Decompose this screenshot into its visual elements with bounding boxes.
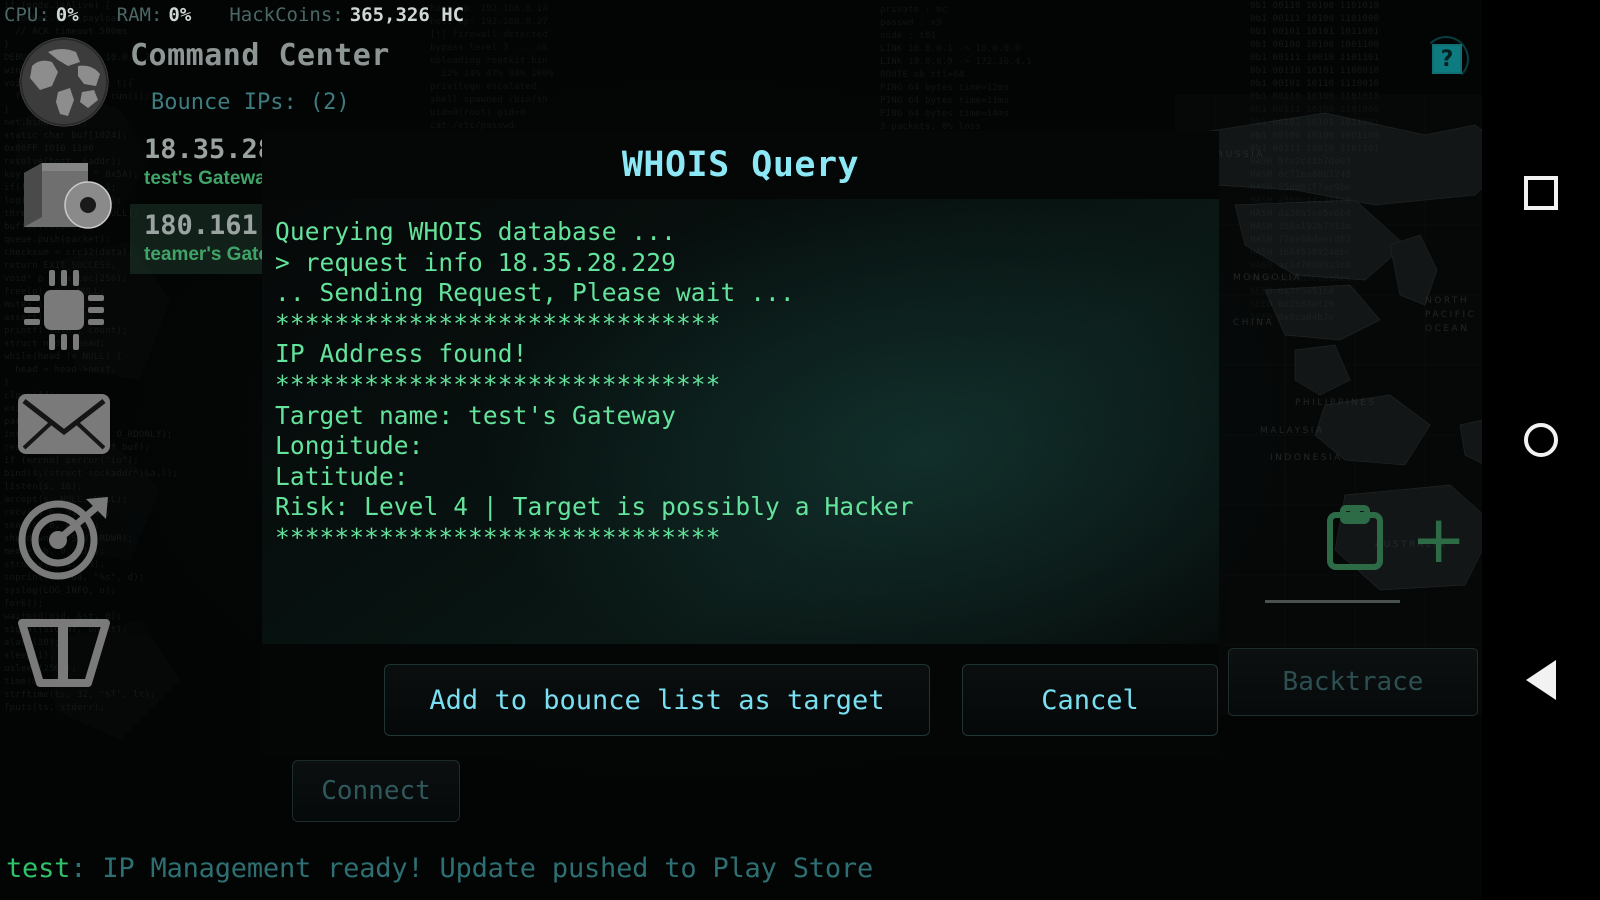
dialog-terminal-output: Querying WHOIS database ... > request in…: [262, 199, 1219, 644]
sidebar-item-missions[interactable]: [14, 492, 114, 584]
home-circle-icon: [1524, 423, 1558, 457]
log-username: test: [6, 853, 71, 884]
dialog-titlebar: WHOIS Query: [262, 131, 1219, 199]
cpu-label: CPU:: [4, 4, 50, 26]
sidebar-item-hardware[interactable]: [14, 264, 114, 356]
software-box-icon: [16, 157, 112, 235]
ram-label: RAM:: [116, 4, 163, 26]
connect-button[interactable]: Connect: [292, 760, 460, 822]
sidebar-item-world-map[interactable]: [14, 36, 114, 128]
help-button[interactable]: ?: [1432, 44, 1462, 74]
page-title: Command Center: [130, 38, 390, 73]
terminal-line: Querying WHOIS database ...: [275, 217, 676, 246]
mail-icon: [16, 392, 112, 456]
hackcoins-value: 365,326 HC: [349, 4, 465, 26]
backtrace-button[interactable]: Backtrace: [1228, 648, 1478, 716]
ram-value: 0%: [168, 4, 192, 26]
terminal-line: ******************************: [275, 522, 721, 552]
ram-status: RAM: 0%: [117, 4, 192, 26]
recents-button[interactable]: [1513, 165, 1569, 221]
terminal-line: Longitude:: [275, 431, 424, 461]
side-tools: +: [1325, 505, 1466, 575]
status-log-line: test: IP Management ready! Update pushed…: [6, 853, 873, 884]
sidebar-item-bounce[interactable]: [14, 606, 114, 698]
svg-text:INDONESIA: INDONESIA: [1270, 453, 1343, 463]
svg-text:MALAYSIA: MALAYSIA: [1260, 426, 1325, 436]
terminal-line: Risk: Level 4 | Target is possibly a Hac…: [275, 492, 914, 522]
dialog-title: WHOIS Query: [621, 145, 860, 185]
svg-text:PHILIPPINES: PHILIPPINES: [1295, 398, 1377, 408]
svg-text:RUSSIA: RUSSIA: [1217, 150, 1265, 160]
terminal-line: Latitude:: [275, 461, 409, 491]
sidebar-item-mail[interactable]: [14, 378, 114, 470]
terminal-line: ******************************: [275, 308, 721, 338]
home-button[interactable]: [1513, 412, 1569, 468]
bridge-icon: [16, 615, 112, 689]
terminal-line: > request info 18.35.28.229: [275, 247, 676, 277]
svg-text:OCEAN: OCEAN: [1425, 324, 1469, 334]
terminal-line: ******************************: [275, 369, 721, 399]
cpu-chip-icon: [18, 264, 110, 356]
back-triangle-icon: [1526, 660, 1556, 700]
hackcoins-status: HackCoins: 365,326 HC: [229, 4, 464, 26]
log-message: : IP Management ready! Update pushed to …: [70, 853, 874, 884]
clipboard-icon[interactable]: [1325, 505, 1385, 575]
svg-text:CHINA: CHINA: [1233, 318, 1274, 328]
cpu-value: 0%: [55, 4, 79, 26]
sidebar-item-software[interactable]: [14, 150, 114, 242]
app-root: if (node.isAlive) { socket.send(payload)…: [0, 0, 1600, 900]
terminal-line: Target name: test's Gateway: [275, 400, 676, 430]
android-navigation-bar: [1482, 0, 1600, 900]
sidebar-rail: [0, 36, 128, 698]
globe-icon: [18, 36, 110, 128]
add-icon[interactable]: +: [1411, 507, 1466, 573]
svg-text:PACIFIC: PACIFIC: [1425, 310, 1476, 320]
dialog-button-row: Add to bounce list as target Cancel: [262, 644, 1219, 756]
back-button[interactable]: [1513, 652, 1569, 708]
recents-square-icon: [1524, 176, 1558, 210]
add-to-bounce-list-button[interactable]: Add to bounce list as target: [384, 664, 930, 736]
svg-text:NORTH: NORTH: [1425, 296, 1469, 306]
terminal-line: IP Address found!: [275, 339, 528, 369]
status-bar: CPU: 0% RAM: 0% HackCoins: 365,326 HC: [0, 0, 1460, 30]
cpu-status: CPU: 0%: [4, 4, 79, 26]
svg-text:MONGOLIA: MONGOLIA: [1233, 273, 1302, 283]
divider: [1265, 600, 1400, 603]
terminal-line: .. Sending Request, Please wait ...: [275, 278, 795, 308]
cancel-button[interactable]: Cancel: [962, 664, 1218, 736]
bounce-ips-label: Bounce IPs: (2): [151, 90, 350, 115]
whois-dialog: WHOIS Query Querying WHOIS database ... …: [262, 131, 1219, 756]
target-icon: [16, 495, 112, 581]
hackcoins-label: HackCoins:: [229, 4, 344, 26]
